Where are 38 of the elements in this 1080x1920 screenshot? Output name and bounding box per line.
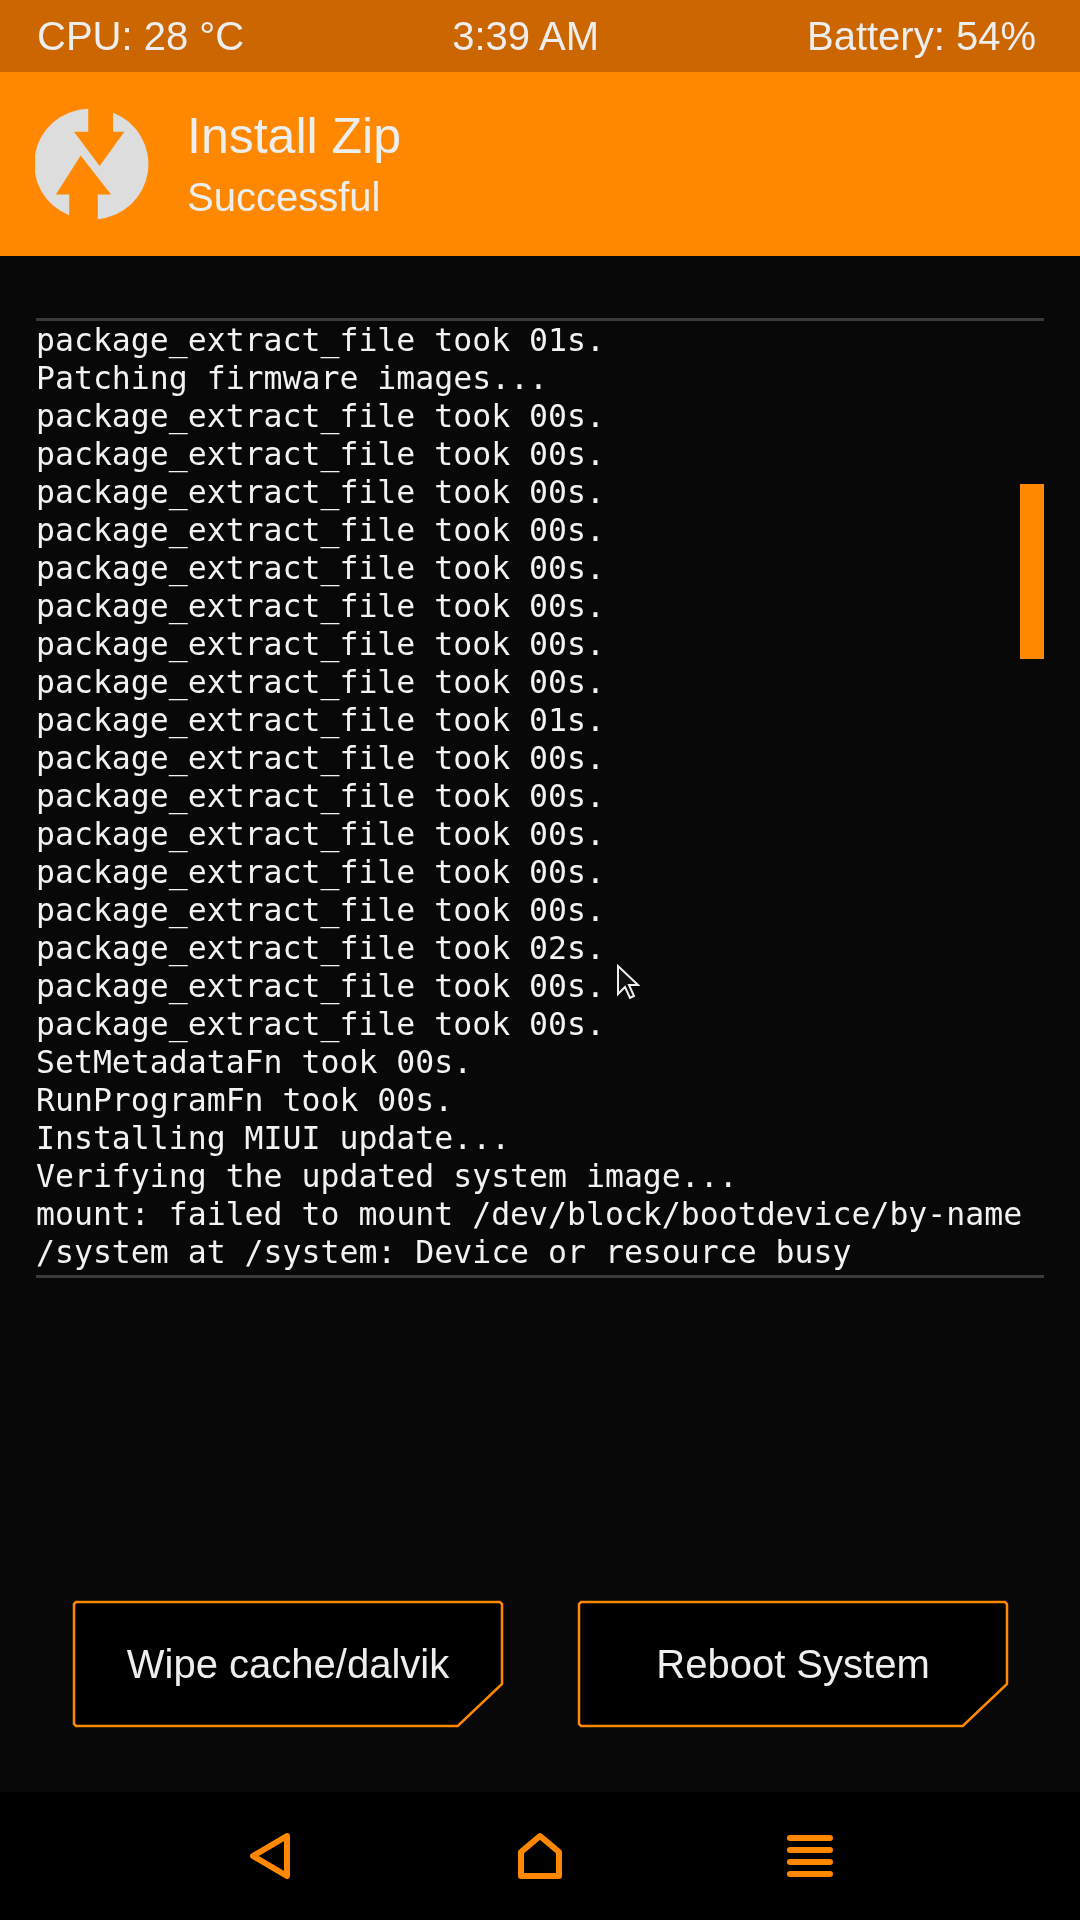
clock: 3:39 AM [452, 13, 599, 59]
screen-title: Install Zip [187, 107, 401, 166]
action-button[interactable]: Wipe cache/dalvik [72, 1600, 504, 1728]
log-line: package_extract_file took 01s. [36, 321, 605, 359]
log-line: package_extract_file took 00s. [36, 967, 605, 1005]
status-subtitle: Successful [187, 174, 382, 221]
log-line: RunProgramFn took 00s. [36, 1081, 454, 1119]
log-line: package_extract_file took 00s. [36, 739, 605, 777]
log-line: package_extract_file took 00s. [36, 435, 605, 473]
battery-level: Battery: 54% [806, 13, 1036, 59]
log-line: package_extract_file took 00s. [36, 815, 605, 853]
log-line: package_extract_file took 02s. [36, 929, 605, 967]
log-line: Patching firmware images... [36, 359, 549, 397]
log-line: package_extract_file took 00s. [36, 891, 605, 929]
home-icon[interactable] [517, 1832, 563, 1880]
scrollbar[interactable] [1020, 484, 1044, 659]
back-icon[interactable] [247, 1832, 293, 1880]
log-line: package_extract_file took 00s. [36, 511, 605, 549]
log-line: package_extract_file took 00s. [36, 625, 605, 663]
log-line: package_extract_file took 00s. [36, 587, 605, 625]
log-line: package_extract_file took 00s. [36, 397, 605, 435]
pointer-icon [616, 964, 640, 1000]
log-line: /system at /system: Device or resource busy [36, 1233, 852, 1271]
log-line: mount: failed to mount /dev/block/bootdevice/by-name [36, 1195, 1023, 1233]
log-line: package_extract_file took 00s. [36, 473, 605, 511]
log-line: Verifying the updated system image... [36, 1157, 738, 1195]
log-line: Installing MIUI update... [36, 1119, 511, 1157]
log-line: package_extract_file took 00s. [36, 663, 605, 701]
log-line: package_extract_file took 01s. [36, 701, 605, 739]
logo-icon [35, 106, 151, 222]
log-line: package_extract_file took 00s. [36, 549, 605, 587]
cpu-temperature: CPU: 28 °C [37, 13, 245, 59]
log-line: package_extract_file took 00s. [36, 1005, 605, 1043]
action-button[interactable]: Reboot System [577, 1600, 1009, 1728]
log-line: package_extract_file took 00s. [36, 777, 605, 815]
menu-icon[interactable] [787, 1832, 833, 1880]
log-line: SetMetadataFn took 00s. [36, 1043, 473, 1081]
log-line: package_extract_file took 00s. [36, 853, 605, 891]
